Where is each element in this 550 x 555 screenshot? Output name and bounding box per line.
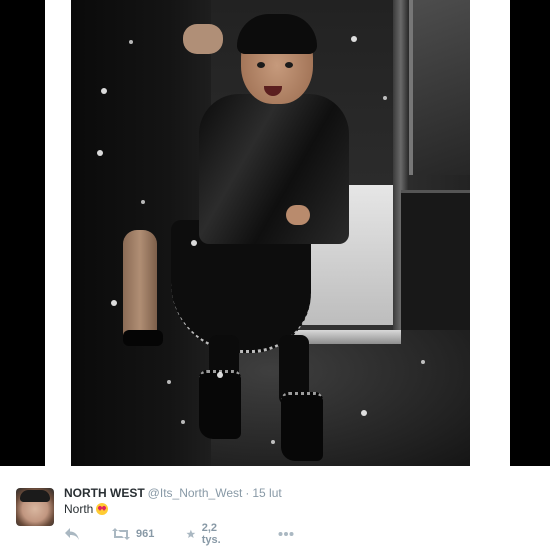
tweet-photo[interactable] — [71, 0, 470, 466]
photo-child-hand — [286, 205, 310, 225]
photo-adult-leg — [123, 230, 157, 340]
snowflake — [181, 420, 185, 424]
photo-child-eye — [285, 62, 293, 68]
photo-door-window — [409, 0, 470, 175]
tweet-media[interactable] — [0, 0, 550, 466]
reply-button[interactable] — [64, 526, 80, 542]
meta-separator: · — [245, 486, 250, 500]
tweet-card: NORTH WEST @Its_North_West · 15 lut North 9… — [0, 466, 550, 555]
snowflake — [141, 200, 145, 204]
snowflake — [271, 440, 275, 444]
tweet-header: NORTH WEST @Its_North_West · 15 lut — [64, 486, 282, 501]
tweet-timestamp[interactable]: 15 lut — [252, 486, 281, 500]
heart-eyes-emoji-icon — [96, 503, 109, 515]
more-button[interactable] — [278, 526, 294, 542]
snowflake — [101, 88, 107, 94]
more-icon — [278, 532, 294, 536]
snowflake — [383, 96, 387, 100]
snowflake — [351, 36, 357, 42]
favorite-button[interactable]: 2,2 tys. — [186, 522, 226, 546]
photo-child-boot — [281, 392, 323, 461]
photo-adult-hand — [183, 24, 223, 54]
avatar-hair — [20, 490, 50, 502]
snowflake — [97, 150, 103, 156]
retweet-count: 961 — [136, 528, 155, 540]
media-margin-left — [45, 0, 71, 466]
user-handle[interactable]: @Its_North_West — [148, 486, 243, 500]
avatar[interactable] — [16, 488, 54, 526]
favorite-count: 2,2 tys. — [201, 522, 221, 546]
retweet-icon — [112, 528, 130, 540]
tweet-text: North — [64, 502, 109, 517]
star-icon — [186, 529, 196, 539]
snowflake — [217, 372, 223, 378]
snowflake — [111, 300, 117, 306]
display-name[interactable]: NORTH WEST — [64, 486, 145, 500]
reply-icon — [65, 528, 79, 540]
photo-child-eye — [257, 62, 265, 68]
snowflake — [361, 410, 367, 416]
media-margin-right — [470, 0, 510, 466]
photo-child-jacket — [199, 94, 349, 244]
snowflake — [129, 40, 133, 44]
tweet-text-body: North — [64, 502, 94, 516]
retweet-button[interactable]: 961 — [112, 526, 154, 542]
photo-adult-shoe — [123, 330, 163, 346]
snowflake — [167, 380, 171, 384]
photo-child-boot — [199, 370, 241, 439]
snowflake — [191, 240, 197, 246]
snowflake — [421, 360, 425, 364]
